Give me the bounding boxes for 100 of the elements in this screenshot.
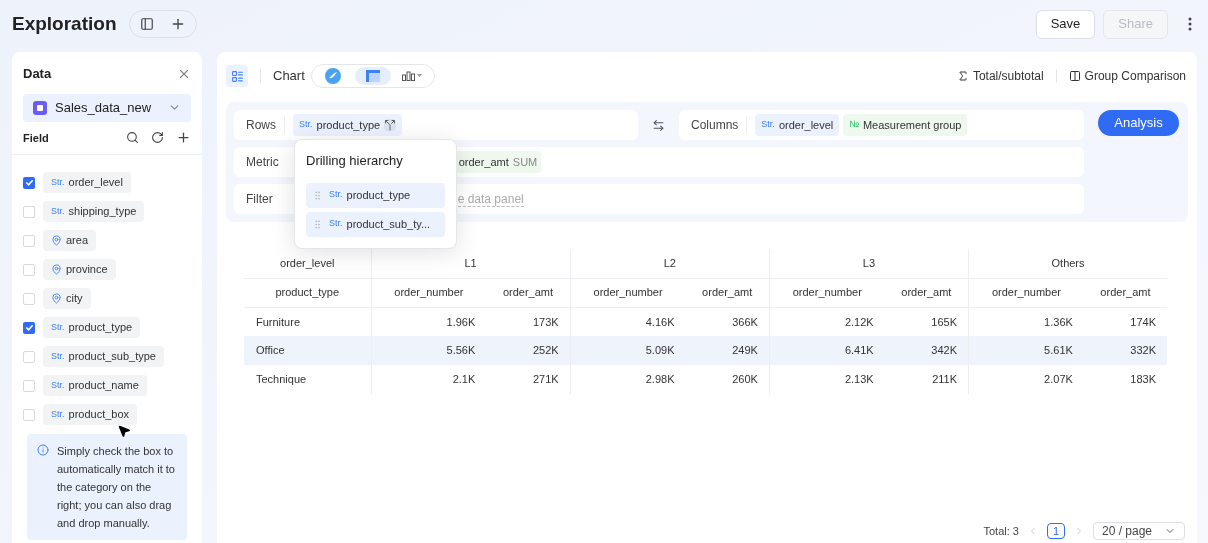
table-cell: 2.07K [968,365,1084,394]
field-chip[interactable]: area [43,230,97,251]
bar-chart-dropdown-icon [401,71,424,81]
header-cell: order_amt [685,278,770,307]
header-cell: product_type [244,278,371,307]
checkbox[interactable] [23,263,35,276]
hierarchy-item[interactable]: Str. product_sub_ty... [306,211,445,237]
header-cell: order_level [244,249,371,278]
sigma-icon [956,70,969,82]
checkbox[interactable] [23,321,35,334]
table-cell: 271K [486,365,571,394]
metric-chip[interactable]: order_amt SUM [454,151,542,173]
add-icon[interactable] [176,130,191,146]
table-cell: 4.16K [570,307,686,336]
table-cell: 2.12K [769,307,885,336]
field-chip[interactable]: Str. order_level [43,172,131,193]
swirl-logo-icon [324,68,341,84]
table-cell: 2.1K [371,365,487,394]
drag-handle-icon[interactable] [312,218,323,230]
more-icon[interactable] [1188,17,1192,31]
header-cell: order_amt [486,278,571,307]
rows-label: Rows [246,116,285,134]
field-chip[interactable]: Str. product_box [43,404,138,425]
type-tag: Str. [51,349,65,364]
table-cell: 342K [884,336,969,365]
drill-icon[interactable] [384,119,397,131]
type-tag: № [849,118,859,132]
checkbox[interactable] [23,350,35,363]
chart-label: Chart [273,67,305,86]
panel-title: Data [23,65,52,83]
field-chip[interactable]: № Measurement group [843,114,968,136]
table-cell: 1.96K [371,307,487,336]
header-cell: order_number [570,278,686,307]
checkbox[interactable] [23,205,35,218]
field-heading: Field [23,130,49,146]
table-cell: 1.36K [968,307,1084,336]
row-header-cell: Technique [244,365,371,394]
table-cell: 249K [685,336,770,365]
page-size-select[interactable]: 20 / page [1092,522,1185,540]
table-cell: 2.13K [769,365,885,394]
table-cell: 165K [884,307,969,336]
header-cell: order_number [769,278,885,307]
analysis-button[interactable]: Analysis [1098,110,1179,136]
table-cell: 332K [1083,336,1167,365]
toolbar-action[interactable]: Total/subtotal [956,67,1044,85]
cube-icon [33,100,47,115]
refresh-icon[interactable] [151,131,164,145]
type-tag: Str. [299,118,313,132]
page-button[interactable]: 1 [1046,523,1065,539]
table-cell: 173K [486,307,571,336]
type-tag: Str. [761,118,775,132]
table-cell: 5.09K [570,336,686,365]
field-chip[interactable]: Str. product_name [43,375,147,396]
filter-label: Filter [246,191,273,208]
table-cell: 366K [685,307,770,336]
type-tag: Str. [51,175,65,190]
header-cell: order_number [371,278,487,307]
checkbox[interactable] [23,176,35,189]
search-icon[interactable] [126,131,139,145]
type-tag: Str. [51,407,65,422]
field-chip[interactable]: province [43,259,116,280]
location-pin-icon [51,293,62,304]
mouse-cursor-icon [117,424,131,438]
table-cell: 174K [1083,307,1167,336]
field-list-button[interactable] [226,65,248,87]
header-button[interactable]: Save [1035,9,1096,39]
table-cell: 6.41K [769,336,885,365]
type-tag: Str. [51,378,65,393]
table-cell: 2.98K [570,365,686,394]
type-tag: Str. [329,188,343,202]
checkbox[interactable] [23,408,35,421]
field-chip[interactable]: city [43,288,91,309]
field-chip[interactable]: Str. product_sub_type [43,346,164,367]
type-tag: Str. [51,204,65,219]
checkbox[interactable] [23,234,35,247]
header-cell: L3 [769,249,969,278]
toolbar-action[interactable]: Group Comparison [1068,67,1186,85]
swap-icon[interactable] [652,118,665,132]
checkbox[interactable] [23,379,35,392]
columns-icon [1068,70,1081,82]
location-pin-icon [51,264,62,275]
field-chip[interactable]: Str. shipping_type [43,201,145,222]
field-chip[interactable]: Str. product_type [293,114,403,136]
chart-type-option[interactable] [354,67,391,85]
header-cell: order_number [968,278,1084,307]
location-pin-icon [51,235,62,246]
header-cell: L1 [371,249,571,278]
sidebar-toggle-icon[interactable] [139,17,154,31]
info-icon [37,444,49,456]
checkbox[interactable] [23,292,35,305]
header-cell: Others [968,249,1167,278]
total-count: Total: 3 [983,523,1019,539]
metric-label: Metric [246,154,279,171]
drag-handle-icon[interactable] [312,189,323,201]
field-chip[interactable]: Str. product_type [43,317,141,338]
table-cell: 211K [884,365,969,394]
table-cell: 5.56K [371,336,487,365]
dataset-select[interactable]: Sales_data_new [23,93,191,122]
hierarchy-item[interactable]: Str. product_type [306,182,445,208]
field-chip[interactable]: Str. order_level [755,114,840,136]
